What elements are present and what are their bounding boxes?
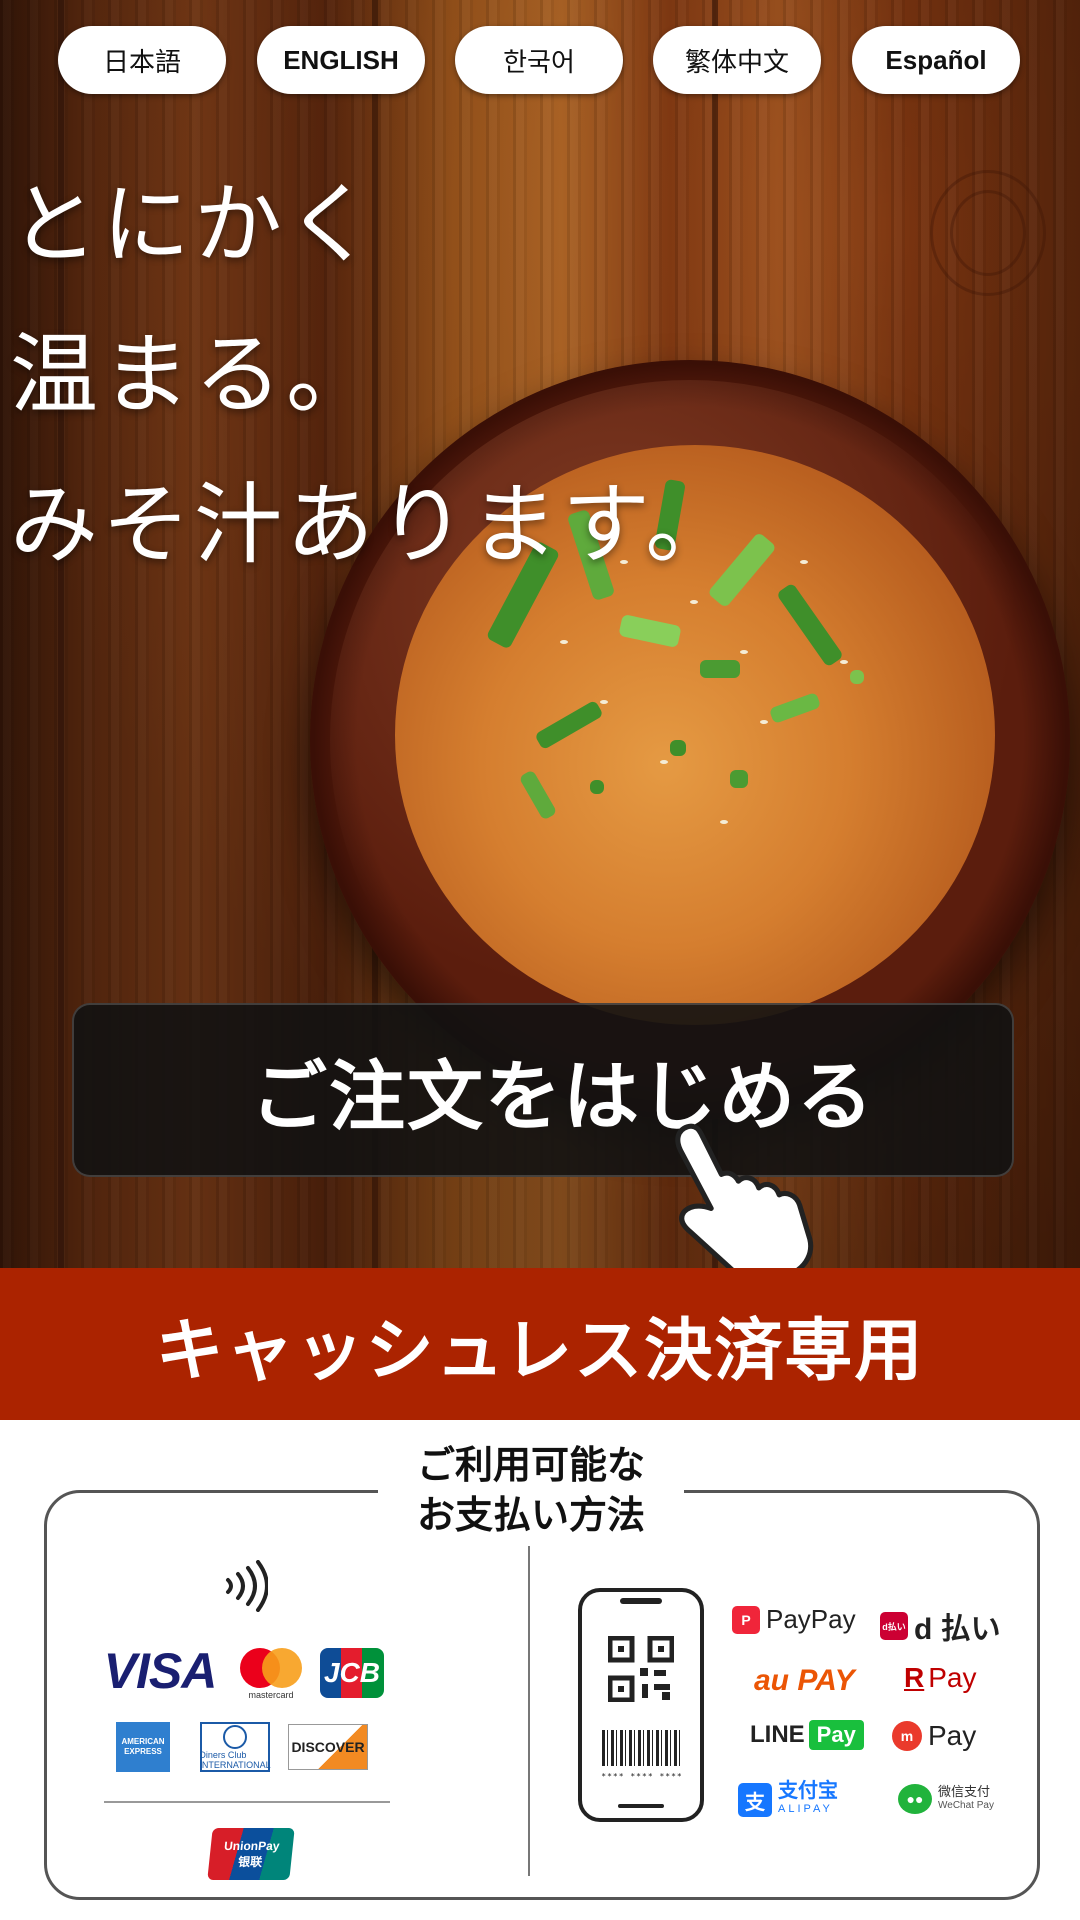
mastercard-text: mastercard	[248, 1690, 294, 1700]
paypay-logo: P PayPay	[732, 1604, 856, 1635]
unionpay-text: UnionPay	[223, 1839, 281, 1853]
hero-copy: とにかく 温まる。 みそ汁あります。	[10, 150, 737, 600]
line-text: LINE	[750, 1721, 805, 1748]
smartphone-qr-icon: **** **** ****	[578, 1588, 704, 1822]
lang-button-traditional-chinese[interactable]: 繁体中文	[653, 26, 821, 94]
rakuten-r-icon: R	[904, 1662, 925, 1693]
line-pay-badge: Pay	[808, 1720, 864, 1750]
diners-club-logo: Diners Club INTERNATIONAL	[199, 1722, 271, 1772]
pointing-hand-icon	[675, 1123, 814, 1268]
discover-logo: DISCOVER	[288, 1724, 368, 1770]
wechat-pay-logo: ●● 微信支付 WeChat Pay	[898, 1784, 994, 1814]
payment-methods-title: ご利用可能な お支払い方法	[378, 1440, 684, 1540]
paypay-text: PayPay	[766, 1604, 856, 1634]
hero-line: 温まる。	[10, 323, 379, 426]
rakuten-pay-text: Pay	[928, 1662, 977, 1693]
hero-line: みそ汁あります。	[10, 473, 738, 576]
payment-title-line: ご利用可能な	[416, 1443, 645, 1487]
lang-button-english[interactable]: ENGLISH	[257, 26, 425, 94]
wood-knot	[950, 190, 1026, 276]
cashless-only-banner: キャッシュレス決済専用	[0, 1268, 1080, 1420]
lang-button-spanish[interactable]: Español	[852, 26, 1020, 94]
barcode-icon	[602, 1730, 682, 1766]
contactless-icon	[226, 1560, 268, 1612]
au-pay-logo: au PAY	[754, 1664, 855, 1697]
alipay-cn-text: 支付宝	[778, 1780, 838, 1802]
lang-button-korean[interactable]: 한국어	[455, 26, 623, 94]
unionpay-logo: UnionPay 银联	[207, 1828, 295, 1880]
wechat-icon: ●●	[898, 1784, 932, 1814]
line-pay-logo: LINE Pay	[750, 1720, 864, 1750]
card-divider	[104, 1801, 390, 1803]
amex-logo: AMERICAN EXPRESS	[116, 1722, 170, 1772]
alipay-logo: 支 支付宝 ALIPAY	[738, 1780, 838, 1818]
diners-text: Diners Club INTERNATIONAL	[199, 1749, 271, 1770]
alipay-en-text: ALIPAY	[778, 1803, 833, 1815]
qr-code-icon	[608, 1636, 674, 1702]
payment-title-line: お支払い方法	[416, 1493, 645, 1537]
wechat-en-text: WeChat Pay	[938, 1800, 994, 1811]
d-barai-text: d 払い	[914, 1613, 1001, 1646]
start-order-button[interactable]: ご注文をはじめる	[72, 1003, 1014, 1177]
lang-button-japanese[interactable]: 日本語	[58, 26, 226, 94]
panel-divider	[528, 1546, 530, 1876]
hero-line: とにかく	[10, 173, 379, 276]
visa-logo: VISA	[103, 1643, 218, 1699]
unionpay-cn-text: 银联	[237, 1855, 263, 1869]
alipay-icon: 支	[738, 1783, 772, 1817]
hero-section: とにかく 温まる。 みそ汁あります。 日本語 ENGLISH 한국어 繁体中文 …	[0, 0, 1080, 1268]
d-barai-logo: d払い d 払い	[880, 1604, 1001, 1648]
merpay-text: Pay	[928, 1720, 977, 1751]
rakuten-pay-logo: R Pay	[904, 1662, 976, 1694]
language-selector: 日本語 ENGLISH 한국어 繁体中文 Español	[0, 26, 1080, 94]
wechat-cn-text: 微信支付	[938, 1784, 991, 1799]
merpay-logo: m Pay	[892, 1720, 976, 1752]
jcb-logo: JCB	[320, 1648, 384, 1698]
barcode-number: **** **** ****	[601, 1772, 683, 1781]
mastercard-logo: mastercard	[236, 1644, 306, 1704]
merpay-icon: m	[892, 1721, 922, 1751]
cashless-only-text: キャッシュレス決済専用	[155, 1311, 925, 1391]
d-barai-icon: d払い	[880, 1612, 908, 1640]
paypay-icon: P	[732, 1605, 760, 1634]
